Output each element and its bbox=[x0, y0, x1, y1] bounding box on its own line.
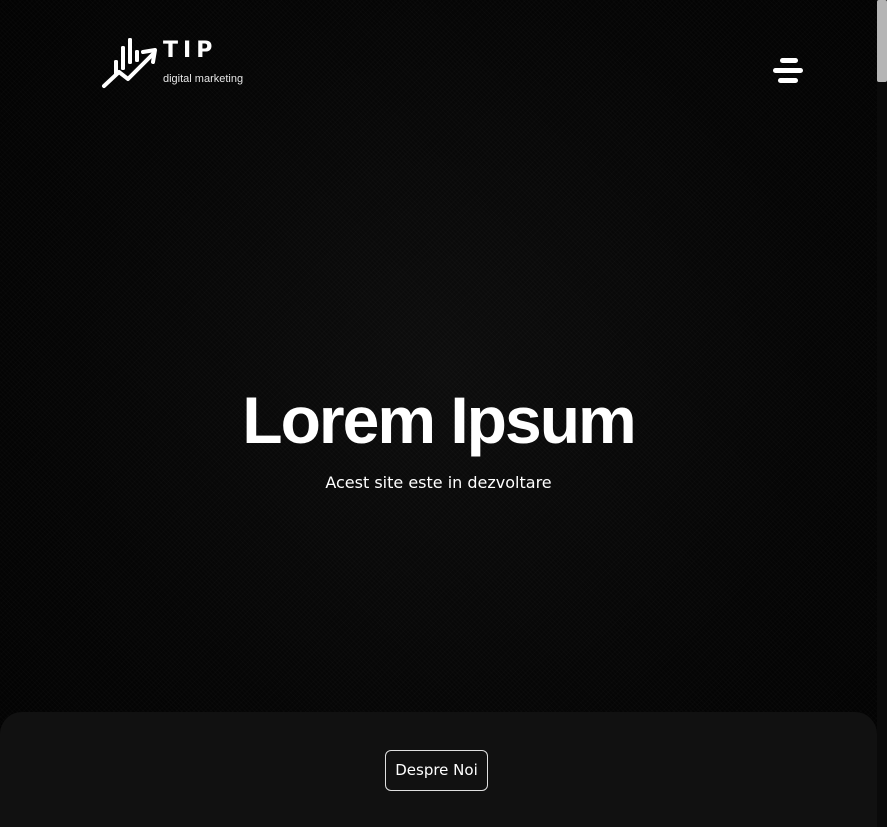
hero-title: Lorem Ipsum bbox=[242, 383, 636, 457]
menu-line-top bbox=[780, 58, 798, 63]
hamburger-menu-icon[interactable] bbox=[770, 56, 806, 86]
menu-line-middle bbox=[773, 68, 803, 73]
content-panel: Despre Noi bbox=[0, 712, 877, 827]
menu-line-bottom bbox=[778, 78, 798, 83]
hero-section: Lorem Ipsum Acest site este in dezvoltar… bbox=[0, 380, 877, 492]
scrollbar-track[interactable] bbox=[877, 0, 887, 827]
hero-subtitle: Acest site este in dezvoltare bbox=[325, 473, 552, 492]
page: TIP digital marketing Lorem Ipsum Acest … bbox=[0, 0, 887, 827]
growth-chart-logo-icon bbox=[102, 38, 157, 88]
about-us-button[interactable]: Despre Noi bbox=[385, 750, 488, 791]
site-logo[interactable]: TIP digital marketing bbox=[101, 36, 261, 92]
scrollbar-thumb[interactable] bbox=[877, 0, 887, 82]
logo-tagline: digital marketing bbox=[163, 73, 244, 85]
logo-wordmark: TIP bbox=[163, 38, 218, 63]
site-header: TIP digital marketing bbox=[0, 0, 877, 130]
